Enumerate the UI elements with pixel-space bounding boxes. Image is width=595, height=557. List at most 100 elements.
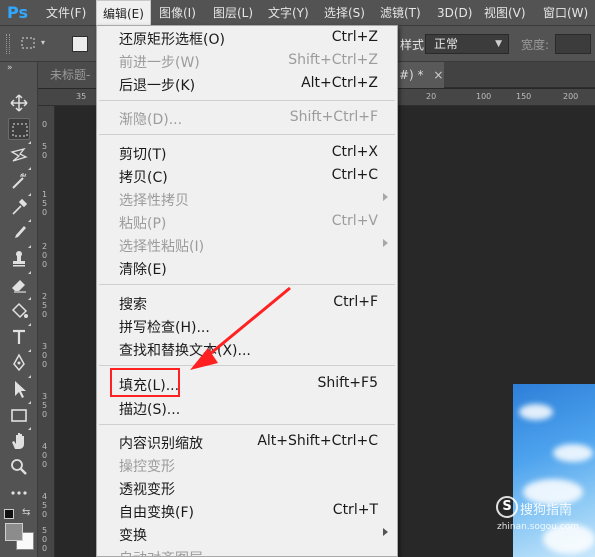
menu-item-paste-special[interactable]: 选择性粘贴(I) (97, 234, 397, 257)
ruler-label: 300 (42, 342, 48, 369)
watermark-text: 搜狗指南 (520, 503, 573, 518)
menu-separator (99, 284, 395, 285)
tab-untitled[interactable]: 未标题- (38, 62, 96, 88)
menu-select[interactable]: 选择(S) (324, 0, 365, 26)
menu-item-undo[interactable]: 还原矩形选框(O) Ctrl+Z (97, 27, 397, 50)
menu-item-copy[interactable]: 拷贝(C) Ctrl+C (97, 165, 397, 188)
menu-3d[interactable]: 3D(D) (437, 0, 472, 26)
menu-item-step-backward[interactable]: 后退一步(K) Alt+Ctrl+Z (97, 73, 397, 96)
menu-type[interactable]: 文字(Y) (268, 0, 309, 26)
menu-window[interactable]: 窗口(W) (543, 0, 588, 26)
close-icon[interactable]: × (433, 68, 443, 82)
style-label: 样式: (400, 38, 429, 52)
lasso-icon[interactable] (8, 144, 30, 166)
submenu-arrow-icon (383, 193, 388, 201)
menu-item-transform[interactable]: 变换 (97, 523, 397, 546)
menu-separator (99, 365, 395, 366)
move-icon[interactable] (8, 92, 30, 114)
menu-item-perspective-warp[interactable]: 透视变形 (97, 477, 397, 500)
tool-group-indicator-icon (28, 349, 31, 352)
ruler-label: 100 (476, 92, 492, 101)
submenu-arrow-icon (383, 239, 388, 247)
zoom-icon[interactable] (8, 456, 30, 478)
menu-edit[interactable]: 编辑(E) (96, 0, 151, 26)
menu-view[interactable]: 视图(V) (484, 0, 526, 26)
highlight-box (110, 368, 180, 397)
pen-icon[interactable] (8, 352, 30, 374)
width-label: 宽度: (521, 38, 550, 52)
hand-icon[interactable] (8, 430, 30, 452)
menu-separator (99, 134, 395, 135)
submenu-arrow-icon (383, 528, 388, 536)
tool-group-indicator-icon (28, 297, 31, 300)
menu-item-fade[interactable]: 渐隐(D)... Shift+Ctrl+F (97, 107, 397, 130)
width-field[interactable] (555, 34, 591, 54)
new-selection-icon[interactable] (72, 36, 88, 52)
menu-item-find-replace[interactable]: 查找和替换文本(X)... (97, 338, 397, 361)
menu-item-copy-special[interactable]: 选择性拷贝 (97, 188, 397, 211)
ruler-label: 35 (76, 92, 87, 101)
preset-chevron-icon[interactable]: ▾ (41, 38, 45, 47)
style-select-value: 正常 (434, 37, 459, 51)
menu-item-search[interactable]: 搜索 Ctrl+F (97, 292, 397, 315)
menu-image[interactable]: 图像(I) (159, 0, 196, 26)
collapse-icon[interactable]: » (7, 63, 13, 73)
ruler-label: 200 (563, 92, 579, 101)
text-icon[interactable] (8, 326, 30, 348)
menu-item-content-aware-scale[interactable]: 内容识别缩放 Alt+Shift+Ctrl+C (97, 431, 397, 454)
menu-item-stroke[interactable]: 描边(S)... (97, 397, 397, 420)
swap-colors-icon[interactable]: ⇆ (22, 507, 30, 518)
chevron-down-icon: ▼ (495, 39, 502, 49)
eyedropper-icon[interactable] (8, 196, 30, 218)
brush-icon[interactable] (8, 222, 30, 244)
eraser-icon[interactable] (8, 274, 30, 296)
menu-separator (99, 100, 395, 101)
menu-file[interactable]: 文件(F) (46, 0, 86, 26)
marquee-icon[interactable] (8, 118, 30, 140)
ruler-label: 200 (42, 242, 48, 269)
menu-item-step-forward[interactable]: 前进一步(W) Shift+Ctrl+Z (97, 50, 397, 73)
vertical-ruler: 0 50 150 200 250 300 350 400 450 500 (38, 106, 55, 557)
path-select-icon[interactable] (8, 378, 30, 400)
watermark-url: zhinan.sogou.com (497, 522, 579, 532)
ruler-label: 0 (42, 120, 48, 129)
rectangle-icon[interactable] (8, 404, 30, 426)
style-select[interactable]: 正常 ▼ (425, 34, 509, 54)
tool-group-indicator-icon (28, 245, 31, 248)
ruler-label: 250 (42, 292, 48, 319)
menu-item-puppet-warp[interactable]: 操控变形 (97, 454, 397, 477)
default-colors-icon[interactable] (4, 509, 14, 519)
tool-group-indicator-icon (28, 427, 31, 430)
menu-layer[interactable]: 图层(L) (213, 0, 253, 26)
marquee-preset-icon[interactable] (20, 35, 38, 51)
menu-item-auto-align-layers[interactable]: 自动对齐图层... (97, 546, 397, 556)
tool-group-indicator-icon (28, 401, 31, 404)
tool-group-indicator-icon (28, 167, 31, 170)
menu-item-paste[interactable]: 粘贴(P) Ctrl+V (97, 211, 397, 234)
tool-group-indicator-icon (28, 219, 31, 222)
foreground-color-swatch[interactable] (5, 523, 23, 541)
ruler-label: 150 (42, 190, 48, 217)
menu-item-cut[interactable]: 剪切(T) Ctrl+X (97, 142, 397, 165)
tool-group-indicator-icon (28, 141, 31, 144)
grip-icon (6, 34, 10, 54)
more-icon[interactable] (8, 482, 30, 504)
menu-filter[interactable]: 滤镜(T) (380, 0, 421, 26)
ruler-label: 350 (42, 392, 48, 419)
magic-wand-icon[interactable] (8, 170, 30, 192)
menu-item-spell-check[interactable]: 拼写检查(H)... (97, 315, 397, 338)
tool-group-indicator-icon (28, 193, 31, 196)
ruler-label: 150 (516, 92, 532, 101)
stamp-icon[interactable] (8, 248, 30, 270)
tool-group-indicator-icon (28, 323, 31, 326)
tab-active[interactable]: #) * × (398, 62, 444, 88)
menu-item-clear[interactable]: 清除(E) (97, 257, 397, 280)
photoshop-logo: Ps (7, 3, 28, 22)
ruler-label: 500 (42, 526, 48, 553)
tool-group-indicator-icon (28, 271, 31, 274)
paint-bucket-icon[interactable] (8, 300, 30, 322)
ruler-label: 50 (42, 142, 48, 160)
sogou-logo: S (496, 496, 518, 518)
menu-item-free-transform[interactable]: 自由变换(F) Ctrl+T (97, 500, 397, 523)
tools-panel: » ⇆ (0, 62, 38, 557)
